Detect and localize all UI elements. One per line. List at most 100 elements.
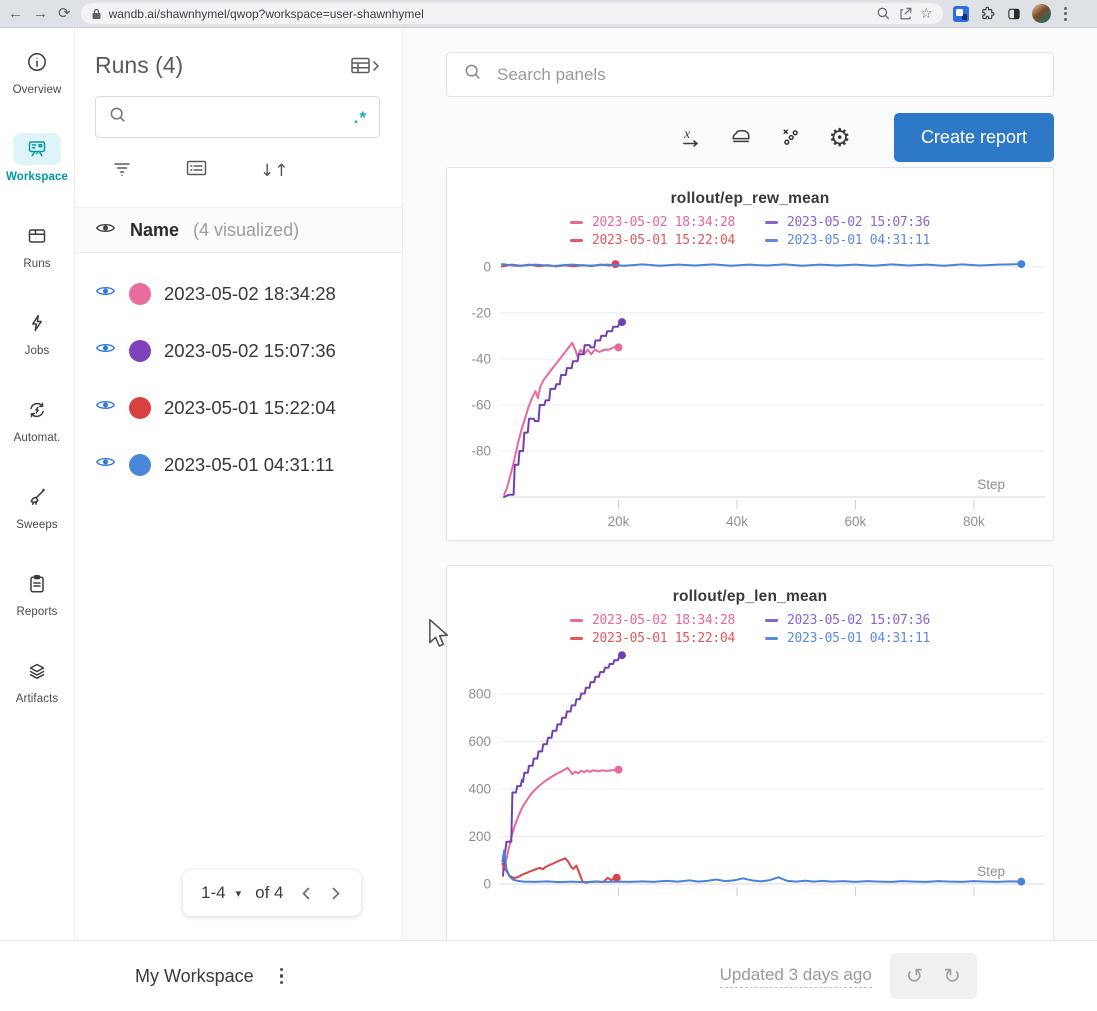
legend-item[interactable]: 2023-05-02 15:07:36 [765, 613, 930, 628]
prev-page-icon[interactable] [299, 885, 313, 902]
sidebar-item-reports[interactable]: Reports [0, 560, 74, 647]
svg-text:-80: -80 [471, 443, 491, 458]
svg-text:20k: 20k [608, 514, 630, 529]
runs-search-input[interactable] [136, 108, 354, 127]
run-color-dot[interactable] [129, 397, 151, 419]
back-icon[interactable]: ← [8, 6, 23, 21]
forward-icon[interactable]: → [33, 6, 48, 21]
page-range[interactable]: 1-4 [201, 883, 226, 903]
run-name[interactable]: 2023-05-01 15:22:04 [164, 397, 336, 419]
svg-text:60k: 60k [845, 514, 867, 529]
svg-text:0: 0 [483, 259, 491, 274]
runs-list-header: Name (4 visualized) [75, 207, 402, 253]
legend-item[interactable]: 2023-05-01 15:22:04 [570, 631, 735, 646]
workspace-footer: My Workspace Updated 3 days ago ↺ ↻ [0, 940, 1097, 1011]
visibility-eye-icon[interactable] [95, 283, 116, 304]
undo-icon[interactable]: ↺ [896, 964, 934, 988]
svg-text:80k: 80k [963, 514, 985, 529]
chart-title: rollout/ep_len_mean [673, 588, 828, 606]
lightning-icon [20, 307, 54, 339]
page-size-caret-icon[interactable]: ▾ [236, 887, 242, 900]
eye-icon[interactable] [95, 220, 116, 241]
visibility-eye-icon[interactable] [95, 340, 116, 361]
group-list-icon[interactable] [185, 158, 208, 183]
url-text: wandb.ai/shawnhymel/qwop?workspace=user-… [109, 7, 869, 21]
sidebar-label: Sweeps [16, 519, 58, 531]
legend-item[interactable]: 2023-05-02 15:07:36 [765, 215, 930, 230]
search-panels-box[interactable] [446, 52, 1054, 97]
chart-panel-ep-len-mean[interactable]: rollout/ep_len_mean 2023-05-02 18:34:28 2… [446, 565, 1054, 940]
legend-item[interactable]: 2023-05-02 18:34:28 [570, 613, 735, 628]
browser-menu-icon[interactable] [1061, 7, 1070, 21]
reload-icon[interactable]: ⟳ [58, 6, 71, 21]
legend-item[interactable]: 2023-05-01 04:31:11 [765, 631, 930, 646]
settings-gear-icon[interactable]: ⚙ [829, 125, 851, 150]
legend-item[interactable]: 2023-05-01 04:31:11 [765, 233, 930, 248]
reader-mode-extension-icon[interactable] [1006, 6, 1022, 22]
svg-text:-20: -20 [471, 305, 491, 320]
run-color-dot[interactable] [129, 340, 151, 362]
run-row[interactable]: 2023-05-02 18:34:28 [75, 265, 402, 322]
chart-panel-ep-rew-mean[interactable]: rollout/ep_rew_mean 2023-05-02 18:34:282… [446, 167, 1054, 541]
visibility-eye-icon[interactable] [95, 397, 116, 418]
create-report-button[interactable]: Create report [894, 113, 1054, 162]
run-name[interactable]: 2023-05-02 18:34:28 [164, 283, 336, 305]
zoom-icon[interactable] [876, 6, 891, 21]
run-color-dot[interactable] [129, 454, 151, 476]
svg-text:600: 600 [468, 734, 491, 749]
search-icon [108, 105, 128, 130]
redo-icon[interactable]: ↻ [933, 964, 971, 988]
runs-search-box[interactable]: .* [95, 96, 380, 138]
page-total: of 4 [255, 883, 283, 903]
sidebar-label: Overview [13, 84, 62, 96]
share-icon[interactable] [898, 6, 913, 21]
panels-toolbar: x ⚙ Create report [446, 112, 1054, 162]
legend-item[interactable]: 2023-05-02 18:34:28 [570, 215, 735, 230]
legend-dash [570, 637, 583, 640]
run-row[interactable]: 2023-05-01 04:31:11 [75, 436, 402, 493]
workspace-menu-icon[interactable] [276, 964, 288, 989]
run-name[interactable]: 2023-05-02 15:07:36 [164, 340, 336, 362]
name-column-header[interactable]: Name [130, 220, 179, 241]
pagination-control: 1-4 ▾ of 4 [183, 870, 361, 916]
outliers-icon[interactable] [780, 126, 802, 148]
sort-icon[interactable]: ↓↑ [260, 161, 289, 181]
sidebar-item-overview[interactable]: Overview [0, 38, 74, 125]
line-chart: 0200400600800Step [450, 648, 1050, 910]
expand-table-icon[interactable] [350, 56, 380, 76]
sidebar-item-jobs[interactable]: Jobs [0, 299, 74, 386]
legend-label: 2023-05-01 15:22:04 [592, 631, 735, 646]
sidebar-item-workspace[interactable]: Workspace [0, 125, 74, 212]
sidebar-item-automations[interactable]: Automat. [0, 386, 74, 473]
extensions-puzzle-icon[interactable] [979, 5, 996, 22]
legend-dash [765, 619, 778, 622]
x-axis-settings-icon[interactable]: x [680, 125, 702, 149]
info-icon [20, 46, 54, 78]
chart-legend: 2023-05-02 18:34:28 2023-05-02 15:07:36 20… [570, 215, 930, 248]
legend-label: 2023-05-01 04:31:11 [787, 233, 930, 248]
sidebar-item-sweeps[interactable]: Sweeps [0, 473, 74, 560]
run-color-dot[interactable] [129, 283, 151, 305]
run-row[interactable]: 2023-05-01 15:22:04 [75, 379, 402, 436]
svg-text:800: 800 [468, 686, 491, 701]
bookmark-star-icon[interactable]: ☆ [920, 5, 933, 22]
password-extension-icon[interactable] [953, 6, 969, 22]
next-page-icon[interactable] [329, 885, 343, 902]
regex-icon[interactable]: .* [354, 109, 367, 126]
browser-profile-avatar[interactable] [1032, 4, 1051, 23]
workspace-title: My Workspace [135, 966, 254, 987]
run-row[interactable]: 2023-05-02 15:07:36 [75, 322, 402, 379]
search-panels-input[interactable] [495, 64, 1037, 86]
svg-text:Step: Step [977, 477, 1005, 492]
sidebar-item-runs[interactable]: Runs [0, 212, 74, 299]
broom-icon [20, 481, 54, 513]
smoothing-iron-icon[interactable] [729, 125, 753, 149]
url-bar[interactable]: wandb.ai/shawnhymel/qwop?workspace=user-… [81, 3, 943, 24]
run-name[interactable]: 2023-05-01 04:31:11 [164, 454, 334, 476]
sidebar-item-artifacts[interactable]: Artifacts [0, 647, 74, 734]
visibility-eye-icon[interactable] [95, 454, 116, 475]
legend-item[interactable]: 2023-05-01 15:22:04 [570, 233, 735, 248]
updated-timestamp[interactable]: Updated 3 days ago [720, 965, 872, 988]
workspace-board-icon [13, 133, 61, 165]
filter-icon[interactable] [111, 158, 133, 183]
